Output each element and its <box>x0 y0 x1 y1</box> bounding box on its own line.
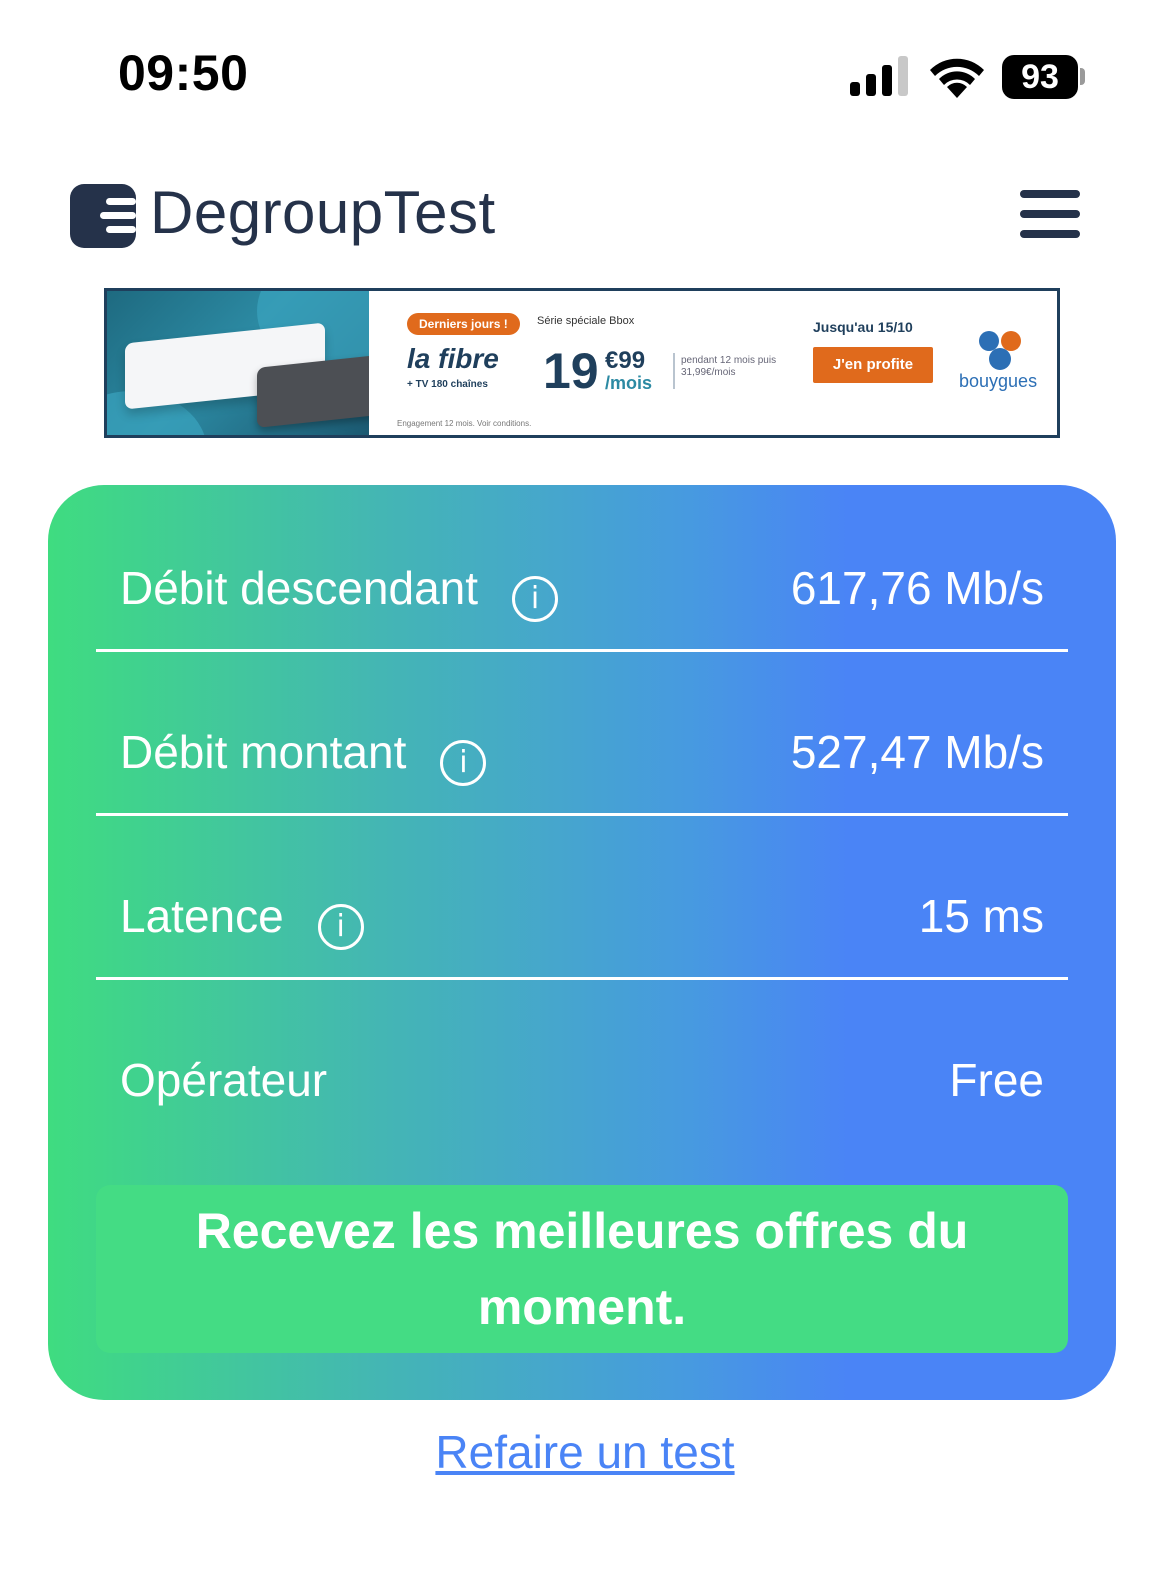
download-label-text: Débit descendant <box>120 562 479 614</box>
ad-box-illustration <box>257 354 369 428</box>
best-offers-button-label: Recevez les meilleures offres du moment. <box>195 1203 969 1335</box>
logo-icon[interactable] <box>70 184 136 248</box>
ad-badge-note: Série spéciale Bbox <box>537 315 635 327</box>
best-offers-button[interactable]: Recevez les meilleures offres du moment. <box>96 1185 1068 1353</box>
wifi-icon <box>930 58 984 98</box>
ad-badge: Derniers jours ! <box>407 313 520 335</box>
ad-product: la fibre <box>407 343 499 374</box>
signal-icon <box>850 56 908 96</box>
brand-name[interactable]: DegroupTest <box>150 178 496 247</box>
operator-value: Free <box>949 1054 1044 1106</box>
ad-product-sub: + TV 180 chaînes <box>407 379 488 390</box>
info-icon[interactable]: i <box>317 904 364 950</box>
ad-until: Jusqu'au 15/10 <box>813 319 913 335</box>
ad-fineprint: pendant 12 mois puis 31,99€/mois <box>681 355 777 378</box>
upload-label: Débit montant i <box>120 725 487 786</box>
ad-divider <box>673 353 675 389</box>
info-icon[interactable]: i <box>512 576 559 622</box>
ad-cta-button[interactable]: J'en profite <box>813 347 933 383</box>
battery-icon: 93 <box>1002 55 1078 99</box>
results-card: Débit descendant i 617,76 Mb/s Débit mont… <box>48 485 1116 1400</box>
screen: 09:50 93 DegroupTest Derniers jours ! Sé… <box>0 0 1170 1578</box>
hamburger-menu-icon[interactable] <box>1018 184 1082 242</box>
ad-price-period: /mois <box>605 373 653 393</box>
site-header: DegroupTest <box>0 160 1170 270</box>
menu-line <box>1020 210 1080 218</box>
latency-value: 15 ms <box>918 890 1044 942</box>
battery-cap <box>1080 68 1085 85</box>
menu-line <box>1020 230 1080 238</box>
ad-brand: bouygues <box>959 371 1038 391</box>
status-time: 09:50 <box>118 45 249 101</box>
upload-value: 527,47 Mb/s <box>790 726 1044 778</box>
operator-label: Opérateur <box>120 1054 328 1106</box>
ad-price: 19 <box>543 343 599 399</box>
ad-price-cents: €99 <box>605 347 646 374</box>
result-row-operator: Opérateur Free <box>96 977 1068 1141</box>
result-row-upload: Débit montant i 527,47 Mb/s <box>96 649 1068 816</box>
download-value: 617,76 Mb/s <box>790 562 1044 614</box>
ad-image <box>107 291 369 435</box>
status-bar: 09:50 93 <box>0 0 1170 150</box>
bouygues-logo-icon <box>979 331 1021 370</box>
upload-label-text: Débit montant <box>120 726 407 778</box>
latency-label-text: Latence <box>120 890 284 942</box>
ad-banner[interactable]: Derniers jours ! Série spéciale Bbox la … <box>104 288 1060 438</box>
ad-bottom-note: Engagement 12 mois. Voir conditions. <box>397 419 532 428</box>
download-label: Débit descendant i <box>120 561 559 622</box>
latency-label: Latence i <box>120 889 364 950</box>
retest-link[interactable]: Refaire un test <box>0 1425 1170 1479</box>
result-row-latency: Latence i 15 ms <box>96 813 1068 980</box>
info-icon[interactable]: i <box>440 740 487 786</box>
result-row-download: Débit descendant i 617,76 Mb/s <box>96 485 1068 652</box>
menu-line <box>1020 190 1080 198</box>
